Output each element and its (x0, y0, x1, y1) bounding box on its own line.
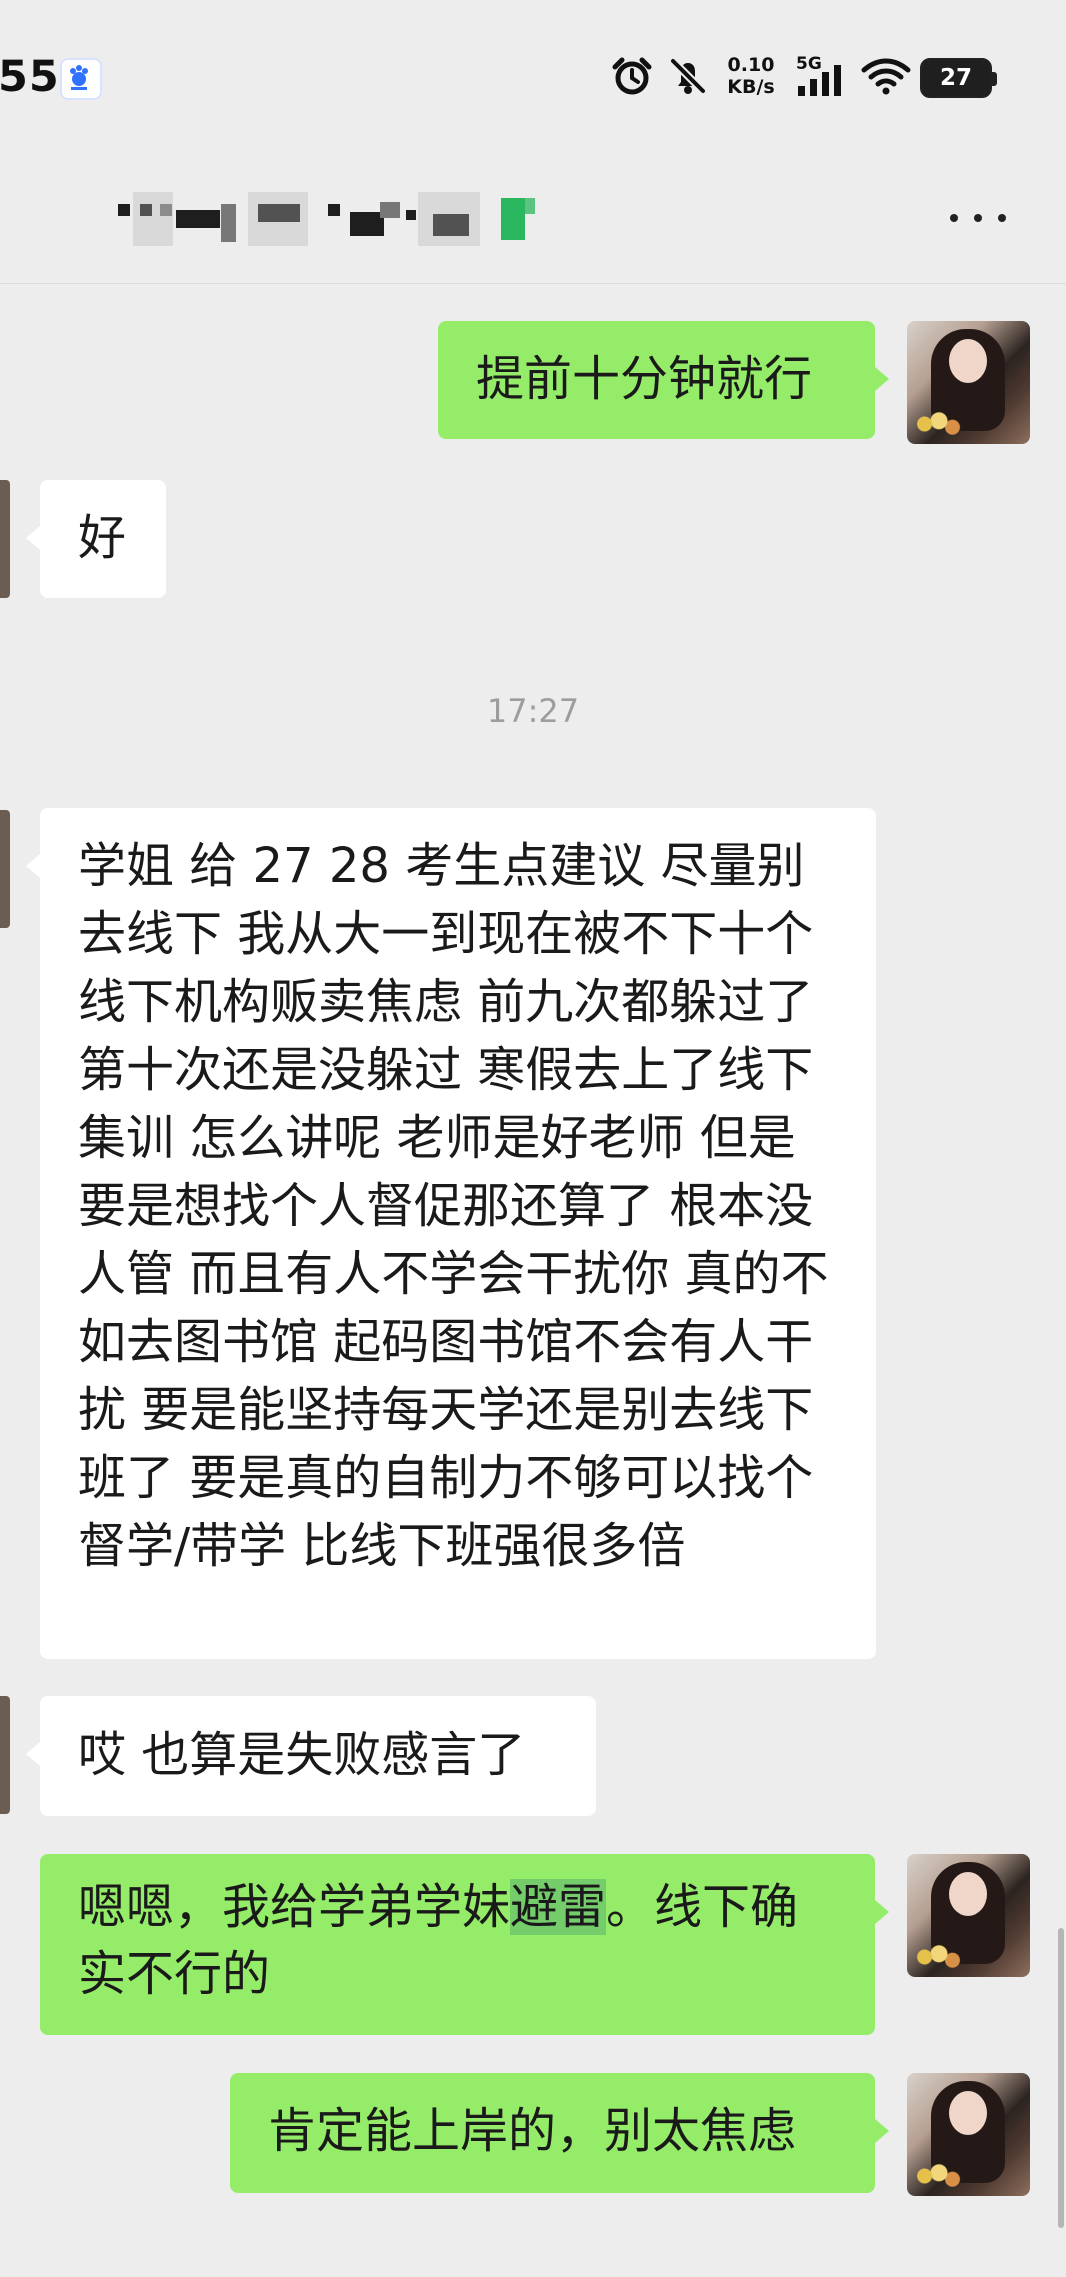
obscured-pixel (406, 210, 416, 220)
chat-header (0, 150, 1066, 284)
user-avatar[interactable] (907, 321, 1030, 444)
message-text-part: 嗯嗯，我给学弟学妹 (78, 1879, 511, 1935)
chat-title-obscured (118, 192, 818, 252)
avatar-flowers (915, 408, 963, 440)
avatar-flowers (915, 2160, 963, 2192)
battery-level: 27 (939, 65, 972, 91)
network-speed-unit: KB/s (727, 76, 775, 98)
obscured-pixel (418, 192, 480, 246)
more-button[interactable] (950, 210, 1008, 226)
obscured-pixel (221, 204, 236, 242)
message-bubble[interactable]: 嗯嗯，我给学弟学妹避雷。线下确实不行的 (40, 1854, 889, 2035)
contact-avatar-edge[interactable] (0, 480, 10, 598)
highlighted-text: 避雷 (510, 1879, 607, 1935)
obscured-pixel (380, 202, 400, 218)
more-icon-dot (998, 214, 1006, 222)
avatar-flowers (915, 1941, 963, 1973)
contact-avatar-edge[interactable] (0, 1696, 10, 1814)
battery-cap (991, 72, 997, 86)
status-bar: 55 0.10 KB/s 5G 27 (0, 0, 1066, 150)
more-icon-dot (950, 214, 958, 222)
obscured-pixel (350, 212, 384, 236)
obscured-pixel (501, 198, 525, 240)
more-icon-dot (974, 214, 982, 222)
mute-icon (669, 57, 707, 95)
message-bubble[interactable]: 好 (26, 480, 166, 598)
obscured-pixel (328, 204, 340, 216)
obscured-pixel (248, 192, 308, 246)
status-time: 55 (0, 52, 60, 102)
obscured-pixel (523, 198, 535, 214)
baidu-icon (60, 58, 102, 100)
network-speed: 0.10 KB/s (721, 54, 781, 98)
signal-icon (798, 65, 841, 96)
alarm-icon (612, 57, 652, 95)
user-avatar[interactable] (907, 2073, 1030, 2196)
baidu-paw-icon (70, 65, 88, 90)
network-speed-value: 0.10 (727, 54, 775, 76)
scrollbar[interactable] (1058, 1928, 1064, 2228)
wifi-icon (861, 58, 911, 95)
chat-screen: 55 0.10 KB/s 5G 27 提前十分钟就行 好 17:27 学姐 给 … (0, 0, 1066, 2277)
message-bubble[interactable]: 提前十分钟就行 (438, 321, 889, 439)
obscured-pixel (118, 204, 130, 216)
obscured-pixel (176, 210, 220, 228)
message-bubble[interactable]: 哎 也算是失败感言了 (26, 1696, 596, 1816)
user-avatar[interactable] (907, 1854, 1030, 1977)
message-timestamp: 17:27 (486, 692, 580, 730)
contact-avatar-edge[interactable] (0, 810, 10, 928)
obscured-pixel (133, 192, 173, 246)
battery-icon: 27 (920, 58, 997, 98)
message-bubble[interactable]: 学姐 给 27 28 考生点建议 尽量别去线下 我从大一到现在被不下十个线下机构… (26, 808, 876, 1659)
message-bubble[interactable]: 肯定能上岸的，别太焦虑 (230, 2073, 889, 2193)
